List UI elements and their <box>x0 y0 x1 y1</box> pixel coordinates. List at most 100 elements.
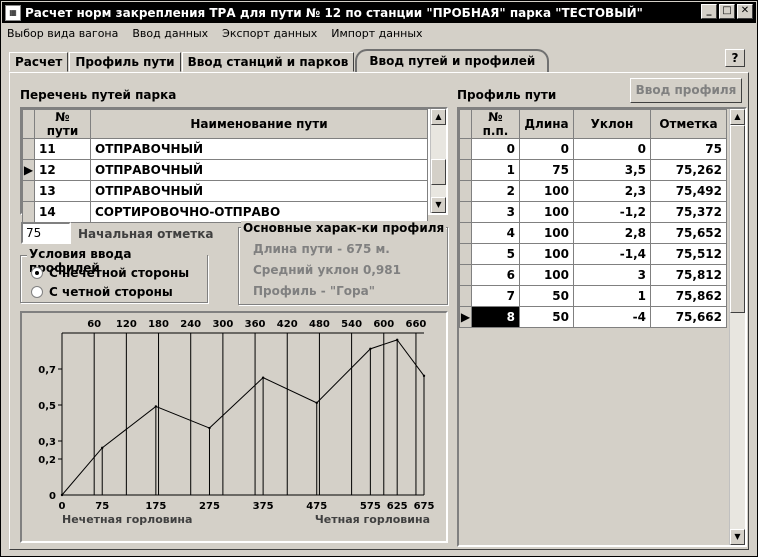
col-length[interactable]: Длина <box>519 109 574 139</box>
cell-slope[interactable]: 0 <box>573 138 651 160</box>
radio-even-side[interactable]: С четной стороны <box>31 285 173 299</box>
radio-odd-side[interactable]: С нечетной стороны <box>31 266 189 280</box>
cell-mark[interactable]: 75,662 <box>650 306 727 328</box>
cell-track-name[interactable]: ОТПРАВОЧНЫЙ <box>90 159 428 181</box>
radio-off-icon[interactable] <box>31 286 43 298</box>
menu-import[interactable]: Импорт данных <box>329 27 424 40</box>
cell-slope[interactable]: -1,4 <box>573 243 651 265</box>
cell-index[interactable]: 4 <box>471 222 520 244</box>
cell-mark[interactable]: 75,372 <box>650 201 727 223</box>
scroll-up-icon[interactable]: ▲ <box>730 109 745 125</box>
profile-point <box>315 401 318 405</box>
cell-track-number[interactable]: 12 <box>34 159 91 181</box>
menu-export[interactable]: Экспорт данных <box>220 27 319 40</box>
col-track-name[interactable]: Наименование пути <box>90 109 428 139</box>
row-indicator-current: ▶ <box>22 159 35 181</box>
col-track-number[interactable]: № пути <box>34 109 91 139</box>
cell-mark[interactable]: 75,262 <box>650 159 727 181</box>
menu-data-entry[interactable]: Ввод данных <box>130 27 210 40</box>
table-row[interactable]: 7 50 1 75,862 <box>459 285 727 307</box>
enter-profile-button[interactable]: Ввод профиля <box>630 78 742 103</box>
cell-mark[interactable]: 75,492 <box>650 180 727 202</box>
table-row[interactable]: 6 100 3 75,812 <box>459 264 727 286</box>
cell-slope[interactable]: 1 <box>573 285 651 307</box>
cell-mark[interactable]: 75,652 <box>650 222 727 244</box>
tab-tracks-profiles[interactable]: Ввод путей и профилей <box>355 49 550 72</box>
cell-index[interactable]: 7 <box>471 285 520 307</box>
cell-slope[interactable]: -4 <box>573 306 651 328</box>
tracks-grid: № пути Наименование пути 11 ОТПРАВОЧНЫЙ … <box>20 107 448 223</box>
col-index[interactable]: № п.п. <box>471 109 520 139</box>
table-row[interactable]: 3 100 -1,2 75,372 <box>459 201 727 223</box>
col-mark[interactable]: Отметка <box>650 109 727 139</box>
close-button[interactable]: ✕ <box>737 4 753 19</box>
cell-mark[interactable]: 75,812 <box>650 264 727 286</box>
cell-slope[interactable]: 3 <box>573 264 651 286</box>
cell-slope[interactable]: -1,2 <box>573 201 651 223</box>
table-row[interactable]: 13 ОТПРАВОЧНЫЙ <box>22 180 428 202</box>
cell-length[interactable]: 75 <box>519 159 574 181</box>
cell-slope[interactable]: 2,3 <box>573 180 651 202</box>
table-row[interactable]: 1 75 3,5 75,262 <box>459 159 727 181</box>
cell-index[interactable]: 3 <box>471 201 520 223</box>
table-row[interactable]: 0 0 0 75 <box>459 138 727 160</box>
profile-scrollbar[interactable]: ▲ ▼ <box>729 109 745 545</box>
table-row[interactable]: 4 100 2,8 75,652 <box>459 222 727 244</box>
profile-point <box>154 405 158 408</box>
bottom-tick-label: 625 <box>387 501 408 512</box>
radio-on-icon[interactable] <box>31 267 43 279</box>
scroll-up-icon[interactable]: ▲ <box>431 109 446 125</box>
cell-track-number[interactable]: 14 <box>34 201 91 223</box>
cell-mark[interactable]: 75 <box>650 138 727 160</box>
table-row[interactable]: 11 ОТПРАВОЧНЫЙ <box>22 138 428 160</box>
profile-point <box>395 338 399 342</box>
top-tick-label: 660 <box>406 319 427 330</box>
cell-length[interactable]: 0 <box>519 138 574 160</box>
cell-length[interactable]: 50 <box>519 285 574 307</box>
table-row[interactable]: ▶ 12 ОТПРАВОЧНЫЙ <box>22 159 428 181</box>
cell-length[interactable]: 100 <box>519 201 574 223</box>
menu-select-wagon[interactable]: Выбор вида вагона <box>5 27 120 40</box>
cell-length[interactable]: 100 <box>519 180 574 202</box>
cell-mark[interactable]: 75,862 <box>650 285 727 307</box>
cell-mark[interactable]: 75,512 <box>650 243 727 265</box>
app-icon: ▦ <box>5 4 21 21</box>
maximize-button[interactable]: □ <box>719 4 735 19</box>
cell-index[interactable]: 5 <box>471 243 520 265</box>
cell-index[interactable]: 1 <box>471 159 520 181</box>
scroll-down-icon[interactable]: ▼ <box>431 197 446 213</box>
scroll-thumb[interactable] <box>431 159 446 185</box>
tab-track-profile[interactable]: Профиль пути <box>69 52 181 72</box>
table-row[interactable]: 14 СОРТИРОВОЧНО-ОТПРАВО <box>22 201 428 223</box>
cell-length[interactable]: 100 <box>519 222 574 244</box>
cell-length[interactable]: 100 <box>519 264 574 286</box>
col-slope[interactable]: Уклон <box>573 109 651 139</box>
cell-track-name[interactable]: ОТПРАВОЧНЫЙ <box>90 180 428 202</box>
table-row[interactable]: 2 100 2,3 75,492 <box>459 180 727 202</box>
cell-slope[interactable]: 3,5 <box>573 159 651 181</box>
tracks-scrollbar[interactable]: ▲ ▼ <box>430 109 446 213</box>
scroll-down-icon[interactable]: ▼ <box>730 529 745 545</box>
cell-index[interactable]: 2 <box>471 180 520 202</box>
cell-index[interactable]: 6 <box>471 264 520 286</box>
cell-index[interactable]: 0 <box>471 138 520 160</box>
cell-track-number[interactable]: 13 <box>34 180 91 202</box>
minimize-button[interactable]: _ <box>701 4 717 19</box>
start-mark-input[interactable] <box>21 222 71 244</box>
cell-length[interactable]: 100 <box>519 243 574 265</box>
tab-calculation[interactable]: Расчет <box>9 52 69 72</box>
row-indicator <box>22 138 35 160</box>
scroll-thumb[interactable] <box>730 125 745 313</box>
row-indicator <box>459 243 472 265</box>
profile-point <box>422 374 426 378</box>
cell-slope[interactable]: 2,8 <box>573 222 651 244</box>
cell-track-number[interactable]: 11 <box>34 138 91 160</box>
tab-stations-parks[interactable]: Ввод станций и парков <box>181 52 355 72</box>
table-row[interactable]: ▶ 8 50 -4 75,662 <box>459 306 727 328</box>
cell-length[interactable]: 50 <box>519 306 574 328</box>
table-row[interactable]: 5 100 -1,4 75,512 <box>459 243 727 265</box>
cell-track-name[interactable]: СОРТИРОВОЧНО-ОТПРАВО <box>90 201 428 223</box>
help-button[interactable]: ? <box>725 49 745 67</box>
cell-track-name[interactable]: ОТПРАВОЧНЫЙ <box>90 138 428 160</box>
cell-index[interactable]: 8 <box>471 306 520 328</box>
